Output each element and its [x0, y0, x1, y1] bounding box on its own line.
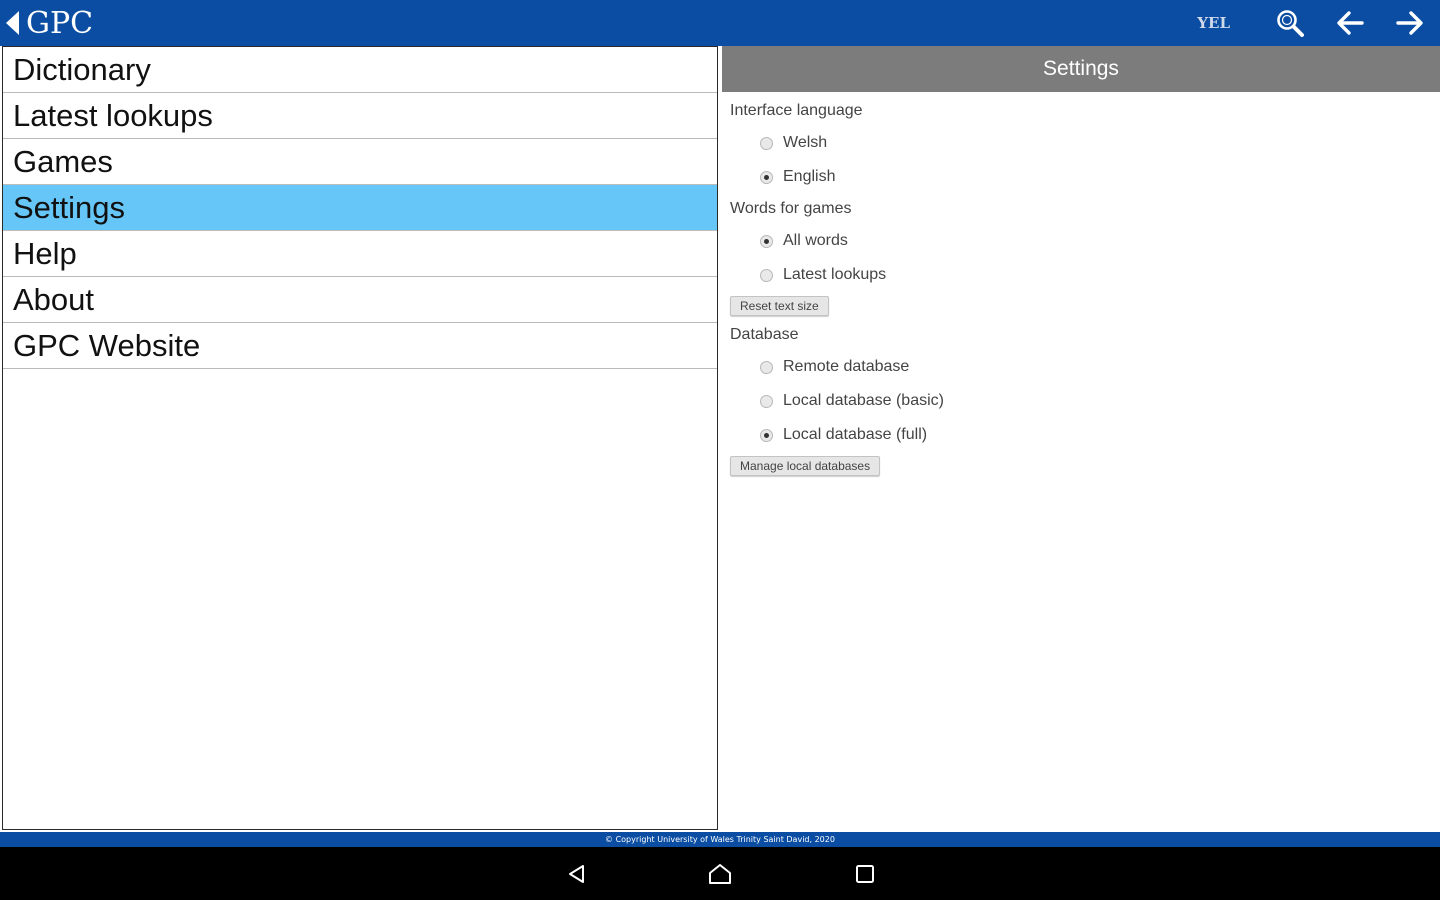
back-triangle-icon: [6, 11, 19, 35]
radio-label-remote-database: Remote database: [783, 358, 910, 375]
radio-all-words[interactable]: [760, 234, 773, 248]
navigation-panel: Dictionary Latest lookups Games Settings…: [2, 46, 718, 830]
radio-local-basic[interactable]: [760, 394, 773, 408]
radio-label-all-words: All words: [783, 232, 848, 249]
radio-label-local-basic: Local database (basic): [783, 392, 944, 409]
brand-back-button[interactable]: GPC: [6, 0, 93, 46]
menu-item-settings[interactable]: Settings: [3, 185, 717, 231]
recents-icon: [856, 865, 874, 883]
menu-item-about[interactable]: About: [3, 277, 717, 323]
copyright-footer: © Copyright University of Wales Trinity …: [0, 832, 1440, 847]
copyright-text: © Copyright University of Wales Trinity …: [605, 835, 835, 844]
menu-item-games[interactable]: Games: [3, 139, 717, 185]
nav-recents-button[interactable]: [850, 859, 880, 889]
home-icon: [709, 864, 731, 884]
radio-welsh[interactable]: [760, 136, 773, 150]
radio-option-local-basic[interactable]: Local database (basic): [730, 384, 1440, 418]
interface-language-label: Interface language: [730, 102, 863, 119]
navigation-menu: Dictionary Latest lookups Games Settings…: [3, 47, 717, 369]
radio-option-remote-database[interactable]: Remote database: [730, 350, 1440, 384]
radio-remote-database[interactable]: [760, 360, 773, 374]
radio-english[interactable]: [760, 170, 773, 184]
radio-option-local-full[interactable]: Local database (full): [730, 418, 1440, 452]
nav-back-button[interactable]: [562, 859, 592, 889]
radio-label-welsh: Welsh: [783, 134, 828, 151]
nav-home-button[interactable]: [705, 859, 735, 889]
brand-title: GPC: [26, 5, 94, 41]
words-for-games-label: Words for games: [730, 200, 852, 217]
top-actions: YEL: [1197, 0, 1440, 46]
reset-text-size-button[interactable]: Reset text size: [730, 296, 829, 316]
settings-panel: Settings Interface language Welsh Englis…: [722, 46, 1440, 832]
radio-option-english[interactable]: English: [730, 160, 1440, 194]
menu-item-dictionary[interactable]: Dictionary: [3, 47, 717, 93]
search-button[interactable]: [1260, 0, 1320, 46]
radio-label-english: English: [783, 168, 836, 185]
arrow-right-icon: [1396, 11, 1423, 35]
menu-item-latest-lookups[interactable]: Latest lookups: [3, 93, 717, 139]
radio-label-latest-lookups: Latest lookups: [783, 266, 887, 283]
menu-item-gpc-website[interactable]: GPC Website: [3, 323, 717, 369]
menu-item-help[interactable]: Help: [3, 231, 717, 277]
system-navigation-bar: [0, 847, 1440, 900]
radio-option-welsh[interactable]: Welsh: [730, 126, 1440, 160]
history-forward-button[interactable]: [1380, 0, 1440, 46]
manage-local-databases-button[interactable]: Manage local databases: [730, 456, 881, 476]
search-icon: [1277, 10, 1304, 37]
database-label: Database: [730, 326, 799, 343]
radio-label-local-full: Local database (full): [783, 426, 928, 443]
history-back-button[interactable]: [1320, 0, 1380, 46]
settings-body: Interface language Welsh English Words f…: [722, 92, 1440, 480]
radio-local-full[interactable]: [760, 428, 773, 442]
settings-header: Settings: [722, 46, 1440, 92]
top-app-bar: GPC YEL: [0, 0, 1440, 46]
language-toggle-button[interactable]: YEL: [1197, 14, 1230, 32]
arrow-left-icon: [1337, 11, 1364, 35]
radio-option-latest-lookups[interactable]: Latest lookups: [730, 258, 1440, 292]
radio-option-all-words[interactable]: All words: [730, 224, 1440, 258]
settings-title: Settings: [1043, 57, 1119, 80]
back-icon: [569, 865, 584, 883]
radio-latest-lookups[interactable]: [760, 268, 773, 282]
